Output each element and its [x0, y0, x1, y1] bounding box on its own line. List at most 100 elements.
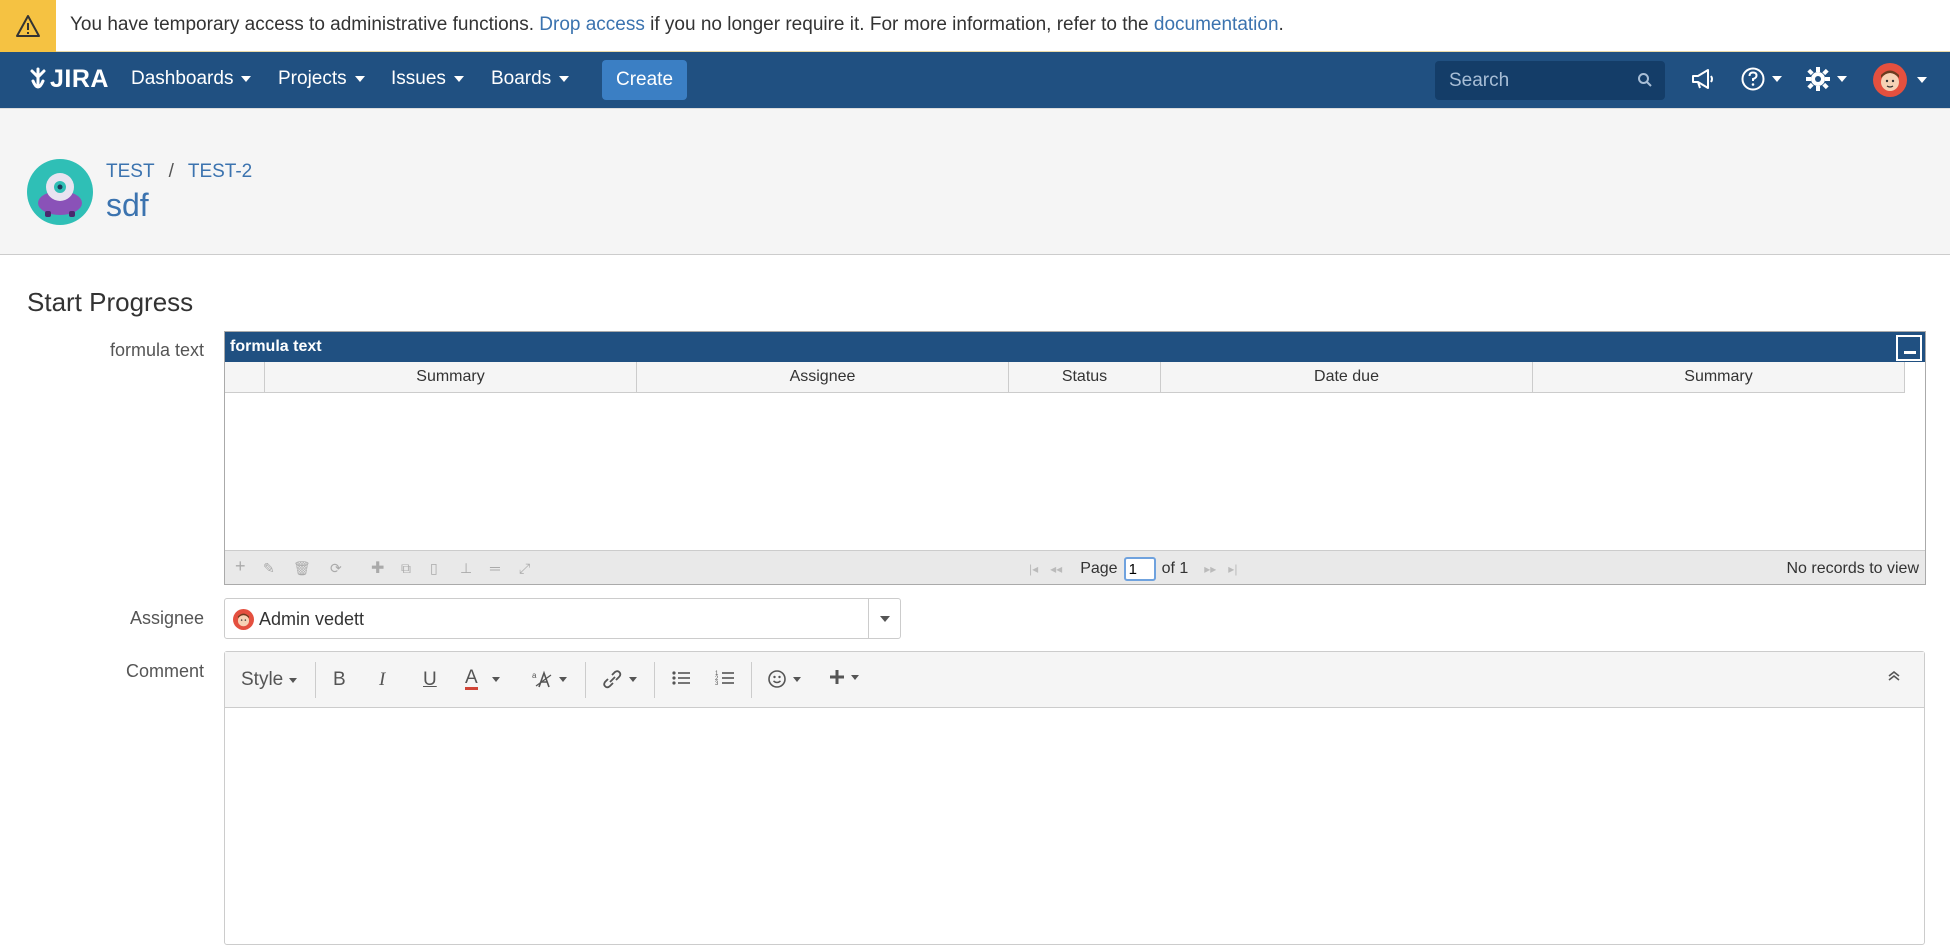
- warning-icon: [0, 0, 56, 52]
- refresh-icon[interactable]: ⟳: [330, 560, 342, 577]
- gear-icon: [1806, 67, 1830, 91]
- grid-header-summary[interactable]: Summary: [265, 362, 637, 392]
- chevron-down-icon: [851, 674, 859, 680]
- assignee-select[interactable]: Admin vedett: [224, 598, 901, 639]
- insert-more-button[interactable]: [829, 669, 859, 685]
- add-row-icon[interactable]: +: [235, 556, 246, 577]
- chevron-down-icon: [793, 676, 801, 682]
- emoticon-button[interactable]: [767, 669, 801, 689]
- chevron-down-icon: [1837, 76, 1847, 82]
- bold-button[interactable]: B: [333, 669, 346, 691]
- nav-issues[interactable]: Issues: [391, 68, 464, 90]
- smiley-icon: [768, 670, 786, 688]
- italic-button[interactable]: I: [379, 669, 385, 691]
- chevron-down-icon: [491, 677, 500, 682]
- grid-header-summary-2[interactable]: Summary: [1533, 362, 1905, 392]
- issue-header: TEST / TEST-2 sdf: [0, 108, 1950, 255]
- avatar: [1873, 63, 1907, 97]
- prev-page-icon[interactable]: ◂◂: [1050, 562, 1062, 576]
- link-icon: [603, 670, 622, 689]
- nav-boards[interactable]: Boards: [491, 68, 570, 90]
- link-button[interactable]: [601, 669, 637, 689]
- editor-toolbar: Style B I U A a 123: [225, 652, 1924, 708]
- numbered-list-button[interactable]: 123: [715, 669, 735, 687]
- formula-text-label: formula text: [109, 340, 204, 360]
- assignee-label: Assignee: [129, 608, 204, 628]
- next-page-icon[interactable]: ▸▸: [1204, 562, 1216, 576]
- fullscreen-icon[interactable]: ⤢: [519, 560, 530, 577]
- add-icon[interactable]: ✚: [371, 558, 384, 578]
- documentation-link[interactable]: documentation: [1154, 14, 1279, 35]
- breadcrumb: TEST / TEST-2: [106, 161, 252, 183]
- jira-logo[interactable]: JIRA: [28, 65, 109, 94]
- page-label: Page: [1080, 560, 1118, 577]
- page-title: sdf: [106, 187, 149, 223]
- edit-row-icon[interactable]: ✎: [263, 560, 275, 577]
- copy-icon[interactable]: ⧉: [401, 560, 411, 577]
- banner-text-before: You have temporary access to administrat…: [70, 14, 534, 35]
- nav-issues-label: Issues: [391, 68, 446, 89]
- chevron-down-icon: [629, 676, 637, 682]
- svg-text:a: a: [532, 671, 537, 680]
- bullet-list-icon: [672, 671, 690, 685]
- assignee-dropdown-toggle[interactable]: [868, 599, 900, 638]
- underline-icon: U: [423, 669, 437, 690]
- chevron-down-icon: [559, 76, 570, 82]
- comment-editor: Style B I U A a 123: [224, 651, 1925, 945]
- grid-pager: + ✎ 🗑 ⟳ ✚ ⧉ ▯ ⊥ ═ ⤢ |◂ ◂◂ Page of 1 ▸▸ ▸…: [225, 550, 1925, 584]
- pager-controls: |◂ ◂◂ Page of 1 ▸▸ ▸|: [1023, 557, 1243, 581]
- breadcrumb-project[interactable]: TEST: [106, 161, 155, 182]
- project-avatar[interactable]: [27, 159, 93, 225]
- top-navigation: JIRA Dashboards Projects Issues Boards C…: [0, 52, 1950, 108]
- text-effects-icon: a: [532, 670, 552, 688]
- stamp-icon[interactable]: ⊥: [460, 560, 472, 577]
- nav-boards-label: Boards: [491, 68, 552, 89]
- svg-text:3: 3: [715, 681, 719, 687]
- delete-row-icon[interactable]: 🗑: [293, 560, 311, 577]
- toolbar-divider: [751, 662, 752, 698]
- admin-settings-menu[interactable]: [1805, 66, 1847, 92]
- drop-access-link[interactable]: Drop access: [539, 14, 645, 35]
- grid-header-status[interactable]: Status: [1009, 362, 1161, 392]
- toolbar-divider: [585, 662, 586, 698]
- breadcrumb-separator: /: [168, 161, 174, 182]
- minimize-icon[interactable]: [1896, 335, 1922, 361]
- last-page-icon[interactable]: ▸|: [1228, 562, 1237, 576]
- search-icon[interactable]: [1637, 72, 1653, 93]
- user-profile-menu[interactable]: [1873, 63, 1927, 97]
- grid-header-assignee[interactable]: Assignee: [637, 362, 1009, 392]
- records-info: No records to view: [1786, 560, 1920, 577]
- grid-header-date-due[interactable]: Date due: [1161, 362, 1533, 392]
- page-number-input[interactable]: [1123, 557, 1156, 581]
- search-input[interactable]: [1435, 61, 1625, 100]
- chevron-down-icon: [289, 677, 298, 683]
- chevron-down-icon: [559, 676, 567, 682]
- separator-icon[interactable]: ═: [490, 560, 500, 576]
- grid-caption: formula text: [225, 332, 1925, 362]
- chevron-down-icon: [1917, 77, 1927, 83]
- page-count-label: of 1: [1161, 560, 1189, 577]
- paste-icon[interactable]: ▯: [430, 560, 438, 577]
- formula-grid: formula text Summary Assignee Status Dat…: [224, 331, 1926, 585]
- more-formatting-button[interactable]: a: [531, 669, 567, 689]
- style-label: Style: [241, 669, 284, 690]
- first-page-icon[interactable]: |◂: [1029, 562, 1038, 576]
- help-menu[interactable]: [1740, 66, 1782, 92]
- underline-button[interactable]: U: [423, 669, 437, 691]
- text-color-button[interactable]: A: [465, 667, 500, 690]
- nav-dashboards[interactable]: Dashboards: [131, 68, 252, 90]
- italic-icon: I: [379, 669, 386, 690]
- toolbar-divider: [315, 662, 316, 698]
- create-button[interactable]: Create: [602, 60, 687, 100]
- grid-header-blank: [225, 362, 265, 392]
- bullet-list-button[interactable]: [671, 669, 691, 687]
- dialog-title: Start Progress: [27, 287, 194, 317]
- quick-search: [1435, 61, 1665, 100]
- breadcrumb-issue[interactable]: TEST-2: [188, 161, 252, 182]
- nav-projects[interactable]: Projects: [278, 68, 365, 90]
- comment-textarea[interactable]: [225, 708, 1924, 945]
- text-color-icon: A: [465, 667, 478, 690]
- collapse-toolbar-button[interactable]: [1887, 669, 1901, 683]
- announcement-icon[interactable]: [1690, 67, 1716, 91]
- style-dropdown[interactable]: Style: [241, 669, 298, 691]
